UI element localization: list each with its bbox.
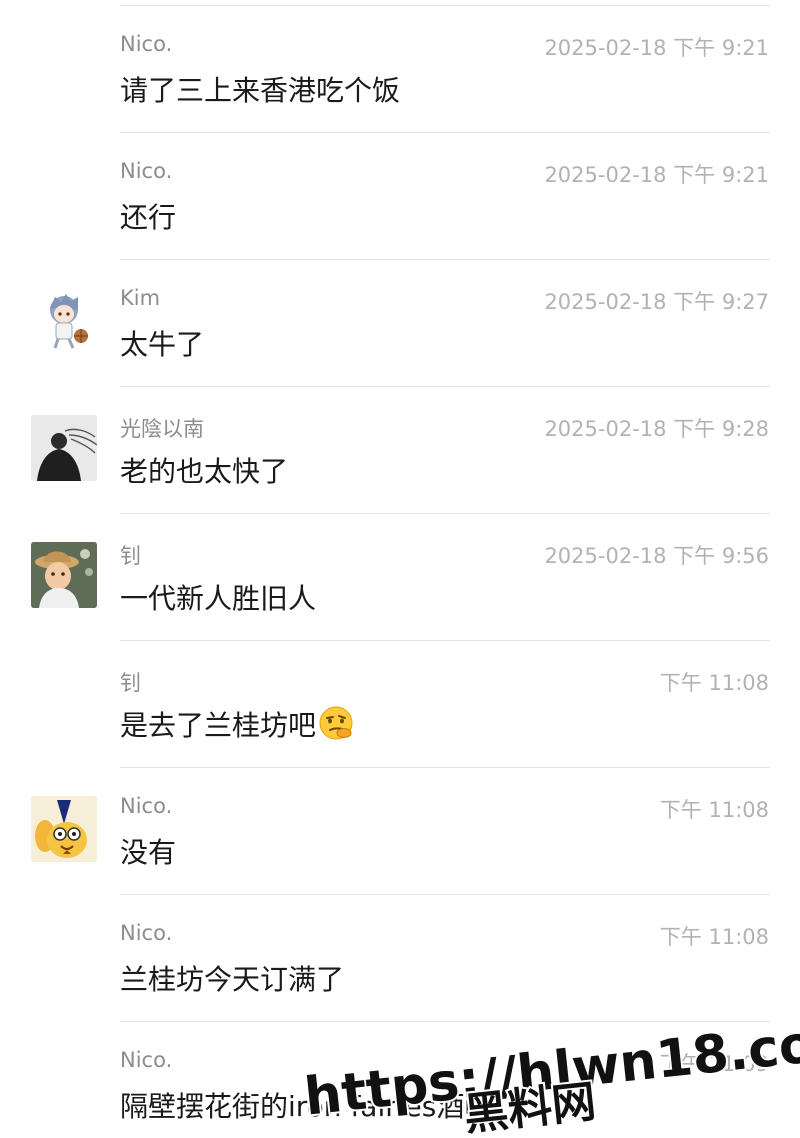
message-text: 没有	[120, 836, 177, 869]
message-time: 2025-02-18 下午 9:21	[544, 163, 769, 187]
anime-basketball-boy-avatar[interactable]	[31, 288, 97, 354]
sender-name: 钊	[120, 671, 141, 695]
message-text: 兰桂坊今天订满了	[120, 963, 345, 996]
sender-name: 光陰以南	[120, 417, 204, 441]
chat-message[interactable]: Nico. 下午 11:08 没有	[0, 767, 800, 894]
message-divider	[120, 386, 770, 387]
chat-message[interactable]: 钊 下午 11:08 是去了兰桂坊吧	[0, 640, 800, 767]
message-time: 2025-02-18 下午 9:56	[544, 544, 769, 568]
silhouette-avatar[interactable]	[31, 415, 97, 481]
chat-message[interactable]: 光陰以南 2025-02-18 下午 9:28 老的也太快了	[0, 386, 800, 513]
message-text: 一代新人胜旧人	[120, 582, 317, 615]
sender-name: Kim	[120, 286, 161, 310]
chat-message[interactable]: Nico. 下午 11:09 隔壁摆花街的iron fairies酒吧	[0, 1021, 800, 1138]
sender-name: 钊	[120, 544, 141, 568]
chat-message[interactable]: Nico. 2025-02-18 下午 9:21 还行	[0, 132, 800, 259]
child-hat-photo-avatar[interactable]	[31, 542, 97, 608]
message-time: 下午 11:08	[659, 671, 769, 695]
message-text-content: 是去了兰桂坊吧	[120, 709, 317, 742]
cartoon-squirrel-avatar[interactable]	[31, 796, 97, 862]
message-time: 2025-02-18 下午 9:27	[544, 290, 769, 314]
message-time: 2025-02-18 下午 9:28	[544, 417, 769, 441]
message-divider	[120, 767, 770, 768]
message-text: 请了三上来香港吃个饭	[120, 74, 401, 107]
message-divider	[120, 894, 770, 895]
sender-name: Nico.	[120, 1048, 173, 1072]
chat-message[interactable]: Kim 2025-02-18 下午 9:27 太牛了	[0, 259, 800, 386]
chat-message[interactable]: Nico. 下午 11:08 兰桂坊今天订满了	[0, 894, 800, 1021]
thinking-face-emoji	[318, 705, 354, 748]
message-divider	[120, 259, 770, 260]
chat-message[interactable]: Nico. 2025-02-18 下午 9:21 请了三上来香港吃个饭	[0, 5, 800, 132]
message-time: 下午 11:09	[659, 1052, 769, 1076]
message-divider	[120, 1021, 770, 1022]
sender-name: Nico.	[120, 32, 173, 56]
message-divider	[120, 513, 770, 514]
sender-name: Nico.	[120, 794, 173, 818]
message-text: 老的也太快了	[120, 455, 289, 488]
message-text: 太牛了	[120, 328, 205, 361]
message-divider	[120, 5, 770, 6]
message-time: 下午 11:08	[659, 925, 769, 949]
sender-name: Nico.	[120, 921, 173, 945]
message-time: 2025-02-18 下午 9:21	[544, 36, 769, 60]
message-text: 隔壁摆花街的iron fairies酒吧	[120, 1090, 493, 1123]
message-text: 还行	[120, 201, 177, 234]
message-divider	[120, 640, 770, 641]
message-time: 下午 11:08	[659, 798, 769, 822]
chat-history[interactable]: Nico. 2025-02-18 下午 9:21 请了三上来香港吃个饭 Nico…	[0, 0, 800, 1138]
sender-name: Nico.	[120, 159, 173, 183]
message-divider	[120, 132, 770, 133]
chat-message[interactable]: 钊 2025-02-18 下午 9:56 一代新人胜旧人	[0, 513, 800, 640]
message-text: 是去了兰桂坊吧	[120, 704, 354, 748]
